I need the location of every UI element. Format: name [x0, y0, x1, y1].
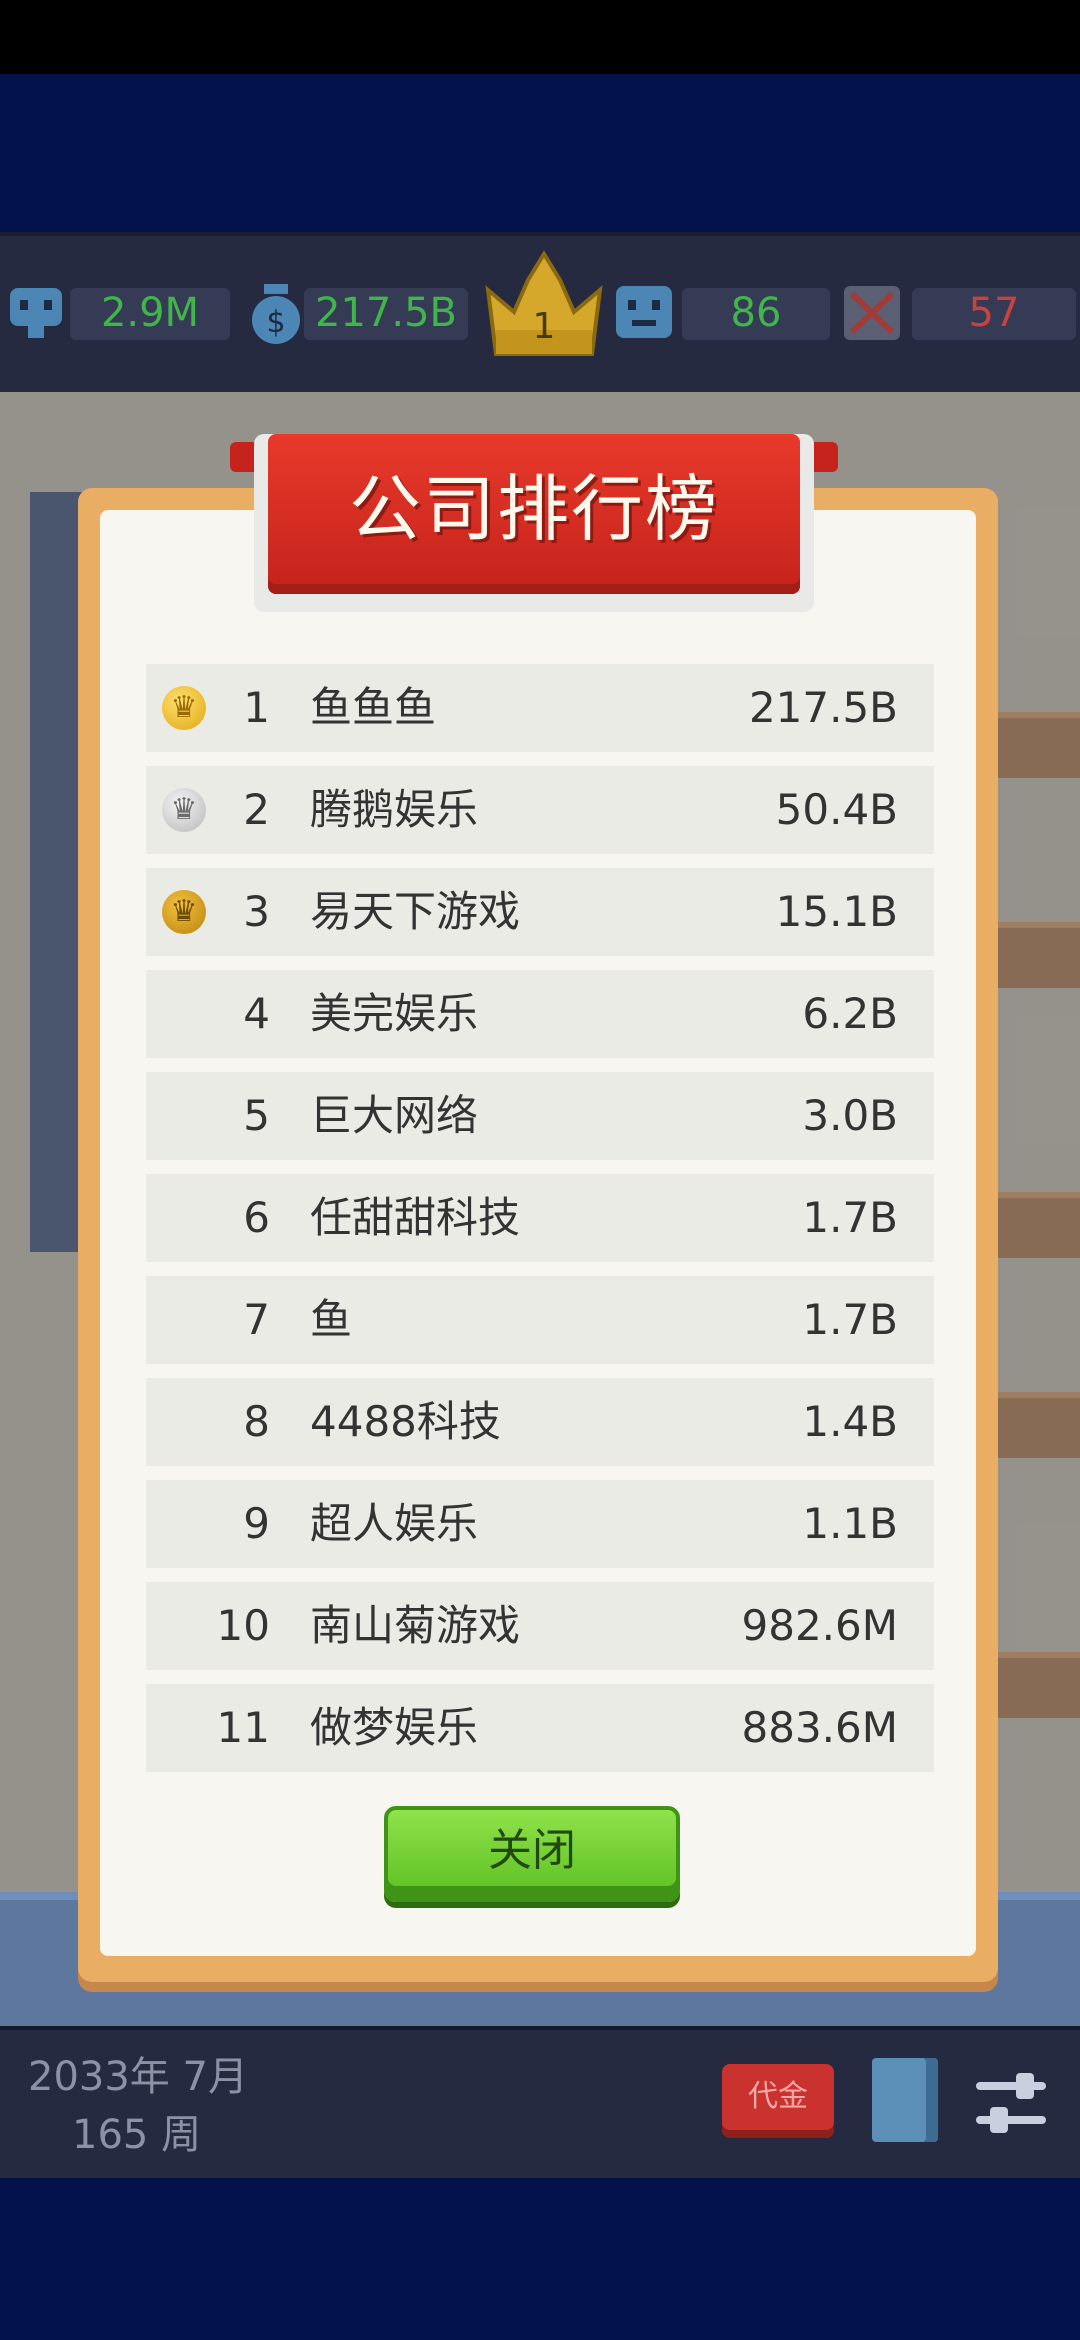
system-top-bar — [0, 0, 1080, 74]
voucher-icon: 代金 — [748, 2079, 808, 2114]
company-name: 易天下游戏 — [310, 887, 521, 936]
ranking-row: ♛ 2 腾鹅娱乐 50.4B — [146, 766, 934, 854]
bottom-margin — [0, 2178, 1080, 2340]
money-value: 217.5B — [315, 290, 457, 336]
top-margin — [0, 74, 1080, 232]
rank-number: 8 — [243, 1397, 270, 1446]
bottom-bar: 2033年 7月 165 周 代金 — [0, 2026, 1080, 2178]
ranking-row: ♛ 3 易天下游戏 15.1B — [146, 868, 934, 956]
rank-number: 2 — [243, 785, 270, 834]
bug-icon — [844, 286, 900, 340]
company-value: 1.7B — [802, 1193, 898, 1242]
money-bag-icon: $ — [252, 284, 300, 344]
fans-value: 2.9M — [100, 290, 200, 336]
svg-text:$: $ — [266, 305, 285, 340]
current-date: 2033年 7月 — [28, 2054, 248, 2100]
staff-stat[interactable]: 86 — [612, 280, 830, 346]
current-week: 165 周 — [72, 2112, 202, 2158]
ranking-row: 9 超人娱乐 1.1B — [146, 1480, 934, 1568]
ranking-row: 6 任甜甜科技 1.7B — [146, 1174, 934, 1262]
dialog-banner: 公司排行榜 — [230, 434, 838, 630]
ranking-row: ♛ 1 鱼鱼鱼 217.5B — [146, 664, 934, 752]
company-name: 美完娱乐 — [310, 989, 479, 1038]
ranking-row: 4 美完娱乐 6.2B — [146, 970, 934, 1058]
rank-number: 10 — [216, 1601, 270, 1650]
company-value: 50.4B — [775, 785, 898, 834]
company-value: 15.1B — [775, 887, 898, 936]
company-value: 1.4B — [802, 1397, 898, 1446]
ranking-row: 7 鱼 1.7B — [146, 1276, 934, 1364]
bugs-stat[interactable]: 57 — [840, 280, 1076, 346]
company-name: 任甜甜科技 — [310, 1193, 521, 1242]
rank-number: 11 — [216, 1703, 270, 1752]
dialog-title: 公司排行榜 — [348, 467, 719, 551]
company-name: 鱼 — [310, 1295, 353, 1344]
rank-value: 1 — [532, 306, 556, 347]
company-name: 鱼鱼鱼 — [310, 683, 437, 732]
company-name: 腾鹅娱乐 — [310, 785, 479, 834]
rank-number: 3 — [243, 887, 270, 936]
company-value: 1.1B — [802, 1499, 898, 1548]
company-value: 1.7B — [802, 1295, 898, 1344]
fans-icon — [10, 288, 62, 338]
rank-stat[interactable]: 1 — [482, 250, 606, 360]
company-name: 巨大网络 — [310, 1091, 479, 1140]
company-value: 982.6M — [741, 1601, 898, 1650]
ranking-row: 10 南山菊游戏 982.6M — [146, 1582, 934, 1670]
company-value: 6.2B — [802, 989, 898, 1038]
ranking-row: 5 巨大网络 3.0B — [146, 1072, 934, 1160]
company-name: 超人娱乐 — [310, 1499, 479, 1548]
rank-number: 1 — [243, 683, 270, 732]
book-icon[interactable] — [872, 2058, 938, 2142]
company-name: 做梦娱乐 — [310, 1703, 479, 1752]
ranking-row: 8 4488科技 1.4B — [146, 1378, 934, 1466]
rank-number: 6 — [243, 1193, 270, 1242]
rank-number: 7 — [243, 1295, 270, 1344]
company-value: 3.0B — [802, 1091, 898, 1140]
rank-number: 9 — [243, 1499, 270, 1548]
company-name: 南山菊游戏 — [310, 1601, 521, 1650]
voucher-button[interactable]: 代金 — [722, 2064, 834, 2138]
bugs-value: 57 — [968, 290, 1020, 336]
rank-number: 4 — [243, 989, 270, 1038]
company-name: 4488科技 — [310, 1397, 501, 1446]
close-button[interactable]: 关闭 — [384, 1806, 680, 1902]
company-value: 883.6M — [741, 1703, 898, 1752]
rank-number: 5 — [243, 1091, 270, 1140]
money-stat[interactable]: $ 217.5B — [244, 280, 468, 346]
ranking-row: 11 做梦娱乐 883.6M — [146, 1684, 934, 1772]
settings-sliders-icon[interactable] — [976, 2062, 1046, 2142]
company-value: 217.5B — [748, 683, 898, 732]
fans-stat[interactable]: 2.9M — [4, 280, 232, 346]
staff-value: 86 — [730, 290, 782, 336]
employee-icon — [616, 286, 672, 338]
status-bar: 2.9M $ 217.5B 1 86 57 — [0, 232, 1080, 396]
